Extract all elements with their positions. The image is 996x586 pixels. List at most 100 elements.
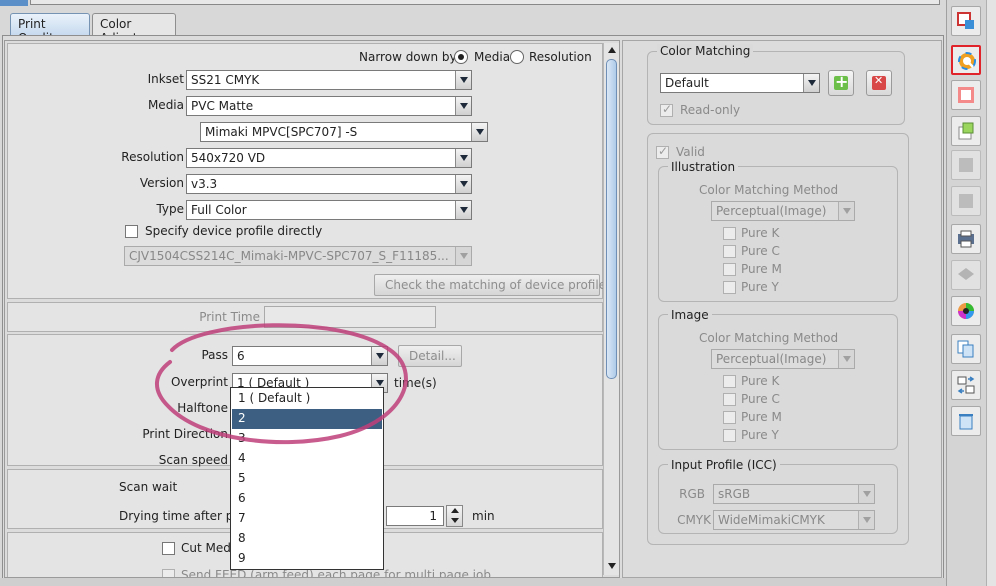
- color-matching-select[interactable]: Default: [660, 73, 820, 93]
- version-select[interactable]: v3.3: [186, 174, 472, 194]
- image-pure-m-label: Pure M: [741, 410, 782, 424]
- scroll-down-icon[interactable]: [604, 559, 619, 573]
- dropdown-option[interactable]: 5: [232, 469, 382, 489]
- type-label: Type: [156, 202, 184, 216]
- left-panel-scrollbar[interactable]: [603, 43, 619, 575]
- disabled-tool-1[interactable]: [951, 150, 981, 180]
- image-pure-k-label: Pure K: [741, 374, 780, 388]
- job-settings-tool[interactable]: [951, 6, 981, 36]
- read-only-checkbox[interactable]: [660, 102, 673, 117]
- quality-q-icon: [958, 52, 976, 70]
- chevron-down-icon: [471, 123, 487, 141]
- narrow-down-label: Narrow down by: [359, 50, 457, 64]
- send-feed-checkbox[interactable]: [162, 569, 175, 577]
- copy-tool[interactable]: [951, 116, 981, 146]
- image-method-value: Perceptual(Image): [716, 352, 827, 366]
- bottom-strip: [0, 578, 946, 586]
- toolbar-edge: [986, 0, 996, 586]
- add-color-matching-button[interactable]: [828, 70, 854, 96]
- illus-pure-m-checkbox[interactable]: [723, 263, 736, 276]
- image-method-select[interactable]: Perceptual(Image): [711, 349, 855, 369]
- dropdown-option[interactable]: 9: [232, 549, 382, 569]
- illustration-group: Color Matching Method Perceptual(Image) …: [658, 166, 898, 302]
- illus-pure-y-label: Pure Y: [741, 280, 779, 294]
- drying-time-unit: min: [472, 509, 495, 523]
- media-value: PVC Matte: [191, 99, 254, 113]
- radio-resolution[interactable]: [510, 50, 524, 64]
- image-method-label: Color Matching Method: [699, 331, 839, 345]
- scrollbar-thumb[interactable]: [606, 59, 617, 379]
- layout-tool[interactable]: [951, 80, 981, 110]
- layers-tool[interactable]: [951, 260, 981, 290]
- illustration-method-label: Color Matching Method: [699, 183, 839, 197]
- illustration-method-select[interactable]: Perceptual(Image): [711, 201, 855, 221]
- image-pure-c-checkbox[interactable]: [723, 393, 736, 406]
- media-sub-value: Mimaki MPVC[SPC707] -S: [205, 125, 358, 139]
- drying-time-input[interactable]: 1: [386, 506, 444, 526]
- input-profile-group: RGB sRGB CMYK WideMimakiCMYK: [658, 464, 898, 534]
- type-value: Full Color: [191, 203, 247, 217]
- tab-color-adjust[interactable]: Color Adjust: [92, 13, 176, 45]
- rgb-profile-select[interactable]: sRGB: [713, 484, 875, 504]
- resolution-select[interactable]: 540x720 VD: [186, 148, 472, 168]
- type-select[interactable]: Full Color: [186, 200, 472, 220]
- radio-media[interactable]: [454, 50, 468, 64]
- illustration-method-value: Perceptual(Image): [716, 204, 827, 218]
- delete-color-matching-button[interactable]: [866, 70, 892, 96]
- media-section: Narrow down by Media Resolution Inkset S…: [7, 43, 612, 299]
- tab-print-quality[interactable]: Print Quality: [10, 13, 90, 45]
- disabled-tool-2[interactable]: [951, 186, 981, 216]
- check-matching-button[interactable]: Check the matching of device profiles: [374, 274, 612, 296]
- image-pure-y-checkbox[interactable]: [723, 429, 736, 442]
- image-pure-m-checkbox[interactable]: [723, 411, 736, 424]
- version-value: v3.3: [191, 177, 218, 191]
- radio-media-label: Media: [474, 50, 511, 64]
- chevron-down-icon: [838, 202, 854, 220]
- chevron-down-icon: [455, 201, 471, 219]
- illus-pure-k-checkbox[interactable]: [723, 227, 736, 240]
- scan-wait-label: Scan wait: [119, 480, 178, 494]
- resolution-value: 540x720 VD: [191, 151, 266, 165]
- chevron-down-icon: [858, 511, 874, 529]
- inkset-select[interactable]: SS21 CMYK: [186, 70, 472, 90]
- duplicate-icon: [957, 340, 974, 358]
- transfer-arrows-icon: [957, 376, 975, 394]
- version-label: Version: [139, 176, 184, 190]
- media-sub-select[interactable]: Mimaki MPVC[SPC707] -S: [200, 122, 488, 142]
- quality-tool[interactable]: [951, 45, 981, 75]
- cut-media-checkbox[interactable]: [162, 542, 175, 555]
- media-label: Media: [147, 98, 184, 112]
- color-matching-value: Default: [665, 76, 709, 90]
- dropdown-option[interactable]: 8: [232, 529, 382, 549]
- illus-pure-y-checkbox[interactable]: [723, 281, 736, 294]
- illustration-title: Illustration: [668, 160, 739, 174]
- delete-tool[interactable]: [951, 406, 981, 436]
- chevron-down-icon: [858, 485, 874, 503]
- image-pure-k-checkbox[interactable]: [723, 375, 736, 388]
- drying-time-spinner[interactable]: [446, 505, 463, 527]
- illus-pure-m-label: Pure M: [741, 262, 782, 276]
- duplicate-tool[interactable]: [951, 334, 981, 364]
- transfer-tool[interactable]: [951, 370, 981, 400]
- dropdown-option[interactable]: 6: [232, 489, 382, 509]
- valid-checkbox[interactable]: [656, 144, 669, 159]
- device-profile-select[interactable]: CJV1504CSS214C_Mimaki-MPVC-SPC707_S_F111…: [124, 246, 472, 266]
- chevron-down-icon: [455, 149, 471, 167]
- valid-label: Valid: [676, 145, 705, 159]
- illus-pure-c-checkbox[interactable]: [723, 245, 736, 258]
- chevron-down-icon: [455, 175, 471, 193]
- illus-pure-c-label: Pure C: [741, 244, 780, 258]
- color-wheel-tool[interactable]: [951, 296, 981, 326]
- inkset-label: Inkset: [147, 72, 184, 86]
- media-select[interactable]: PVC Matte: [186, 96, 472, 116]
- print-preview-tool[interactable]: [951, 224, 981, 254]
- scroll-up-icon[interactable]: [604, 43, 619, 57]
- grid-icon: [959, 194, 973, 208]
- rgb-profile-value: sRGB: [718, 487, 751, 501]
- dropdown-option[interactable]: 7: [232, 509, 382, 529]
- cmyk-profile-select[interactable]: WideMimakiCMYK: [713, 510, 875, 530]
- printer-icon: [958, 230, 974, 248]
- specify-profile-checkbox[interactable]: [125, 225, 138, 238]
- drying-time-value: 1: [429, 509, 437, 523]
- top-tab-stub: [0, 0, 28, 6]
